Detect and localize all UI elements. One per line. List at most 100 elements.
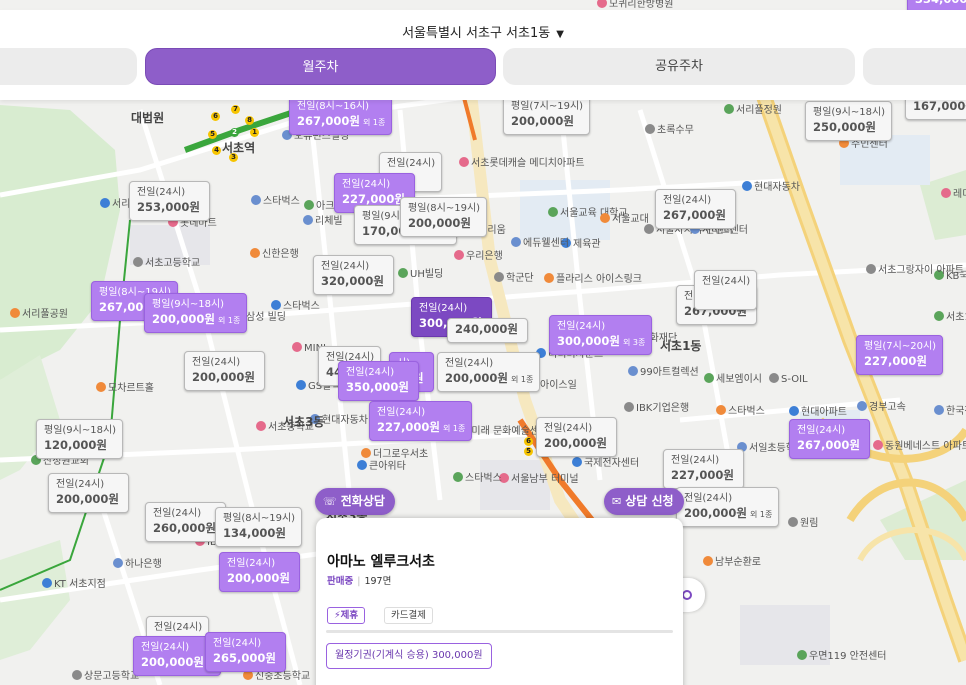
space-count: 197면 [364, 576, 392, 587]
station-line-badge: 7 [231, 105, 240, 114]
consult-request-button[interactable]: ✉ 상담 신청 [604, 488, 684, 515]
map-place-label: 동원베네스트 아파트 [873, 440, 966, 453]
marker-price: 267,000원 [297, 114, 360, 128]
tab-shared-parking[interactable]: 공유주차 [503, 48, 855, 85]
map-place-label: 99아트컬렉션 [628, 366, 699, 379]
place-pin-icon [454, 250, 464, 260]
place-name: 서리풀정원 [736, 105, 782, 116]
map-place-label: 한국전자 강남전 [934, 405, 966, 418]
parking-price-marker[interactable]: 평일(7시~20시) 227,000원 [856, 335, 944, 375]
map-place-label: 초록수무 [645, 124, 694, 137]
phone-consult-button[interactable]: ☏ 전화상담 [315, 488, 395, 515]
marker-time-label: 전일(24시) [445, 358, 494, 369]
parking-price-marker[interactable]: 전일(8시~16시) 267,000원 외 1종 [289, 95, 393, 135]
marker-price: 267,000원 [663, 208, 726, 222]
marker-price: 200,000원 [684, 506, 747, 520]
marker-price: 253,000원 [137, 200, 200, 214]
place-pin-icon [10, 308, 20, 318]
monthly-ticket-option[interactable]: 월정기권(기계식 승용) 300,000원 [326, 643, 492, 669]
place-name: 더그로우서초 [373, 449, 429, 460]
place-name: 99아트컬렉션 [640, 367, 699, 378]
marker-time-label: 전일(24시) [663, 195, 712, 206]
map-place-label: KT 서초지점 [42, 578, 106, 591]
parking-price-marker[interactable]: 평일(8시~19시) 134,000원 [215, 507, 303, 547]
parking-price-marker[interactable]: 전일(24시) 200,000원 [184, 351, 265, 391]
parking-price-marker[interactable]: 평일(8시~19시) 200,000원 [400, 197, 488, 237]
place-name: 모퀴리한방병원 [609, 0, 674, 10]
marker-extra-count: 외 3종 [622, 338, 646, 347]
map-place-label: 우면119 안전센터 [797, 650, 886, 663]
map-place-label: 현대자동차 [742, 181, 800, 194]
map-place-label: 상문고등학교 [72, 670, 139, 683]
parking-price-marker[interactable]: 전일(24시) 200,000원 [536, 417, 617, 457]
place-name: 리체빌 [315, 216, 343, 227]
parking-price-marker[interactable]: 전일(24시) 267,000원 [789, 419, 870, 459]
marker-time-label: 평일(9시~18시) [152, 299, 225, 310]
marker-price: 200,000원 [152, 312, 215, 326]
parking-price-marker[interactable]: 전일(24시) 227,000원 [663, 449, 744, 489]
place-pin-icon [572, 457, 582, 467]
chat-icon: ✉ [612, 495, 622, 508]
place-pin-icon [113, 558, 123, 568]
marker-time-label: 평일(7시~19시) [511, 101, 584, 112]
status-separator: | [357, 576, 361, 587]
marker-time-label: 전일(24시) [153, 508, 202, 519]
place-pin-icon [934, 311, 944, 321]
marker-time-label: 전일(24시) [419, 303, 468, 314]
place-pin-icon [645, 124, 655, 134]
marker-price: 267,000원 [797, 438, 860, 452]
parking-price-marker[interactable]: 전일(24시) 350,000원 [338, 361, 419, 401]
map-place-label: IBK기업은행 [624, 402, 689, 415]
map-place-label: 남부순환로 [703, 556, 761, 569]
region-label: 서울특별시 서초구 서초1동 [402, 26, 551, 41]
place-name: 스타벅스 [728, 406, 765, 417]
place-name: 서초롯데캐슬 메디치아파트 [471, 158, 585, 169]
place-name: IBK기업은행 [636, 403, 690, 414]
place-name: 서초그랑자이 아파트 [878, 265, 964, 276]
region-selector[interactable]: 서울특별시 서초구 서초1동 ▼ [0, 22, 966, 41]
parking-price-marker[interactable]: 전일(24시) 200,000원 [219, 552, 300, 592]
place-name: 동원베네스트 아파트 [885, 441, 966, 452]
parking-price-marker[interactable]: 240,000원 [447, 318, 528, 343]
marker-price: 200,000원 [445, 371, 508, 385]
place-name: 레미안 [953, 189, 966, 200]
place-pin-icon [941, 188, 951, 198]
map-place-label: 스타벅스 [251, 195, 300, 208]
place-name: 학군단 [506, 273, 534, 284]
place-name: 서초고등학교 [145, 258, 201, 269]
parking-price-marker[interactable]: 전일(24시) 267,000원 [655, 189, 736, 229]
parking-price-marker[interactable]: 평일(7시~19시) 200,000원 [503, 95, 591, 135]
parking-price-marker[interactable]: 평일(9시~18시) 120,000원 [36, 419, 124, 459]
marker-price: 240,000원 [455, 322, 518, 336]
parking-price-marker[interactable]: 전일(24시) 253,000원 [129, 181, 210, 221]
tab-left-partial[interactable] [0, 48, 137, 85]
place-name: 대법원 [131, 111, 165, 125]
parking-price-marker[interactable]: 평일(9시~18시) 200,000원 외 1종 [144, 293, 248, 333]
marker-price: 200,000원 [227, 571, 290, 585]
parking-price-marker[interactable]: 전일(24시) [694, 270, 758, 310]
parking-lot-card[interactable]: 아마노 엘루크서초 판매중 | 197면 ⚡제휴 카드결제 월정기권(기계식 승용)… [316, 518, 683, 685]
place-name: 서초3동 [283, 415, 325, 429]
partner-tag-label: 제휴 [340, 610, 359, 621]
parking-price-marker[interactable]: 전일(24시) 227,000원 외 1종 [369, 401, 473, 441]
tab-monthly-parking[interactable]: 월주차 [145, 48, 496, 85]
parking-price-marker[interactable]: 전일(24시) 320,000원 [313, 255, 394, 295]
parking-price-marker[interactable]: 평일(9시~18시) 250,000원 [805, 101, 893, 141]
map-place-label: 모차르트홀 [96, 382, 154, 395]
place-pin-icon [866, 264, 876, 274]
map-place-label: 서초119 안전센터 [934, 311, 966, 324]
place-pin-icon [716, 405, 726, 415]
map-place-label: 서초1동 [660, 340, 701, 352]
parking-price-marker[interactable]: 전일(24시) 200,000원 [48, 473, 129, 513]
map-place-label: 스타벅스 [453, 472, 502, 485]
tab-right-partial[interactable] [863, 48, 966, 85]
parking-price-marker[interactable]: 전일(24시) 200,000원 외 1종 [676, 487, 780, 527]
parking-price-marker[interactable]: 전일(24시) 265,000원 [205, 632, 286, 672]
parking-price-marker[interactable]: 전일(24시) 300,000원 외 3종 [549, 315, 653, 355]
place-pin-icon [42, 578, 52, 588]
station-line-badge: 6 [524, 437, 533, 446]
marker-time-label: 전일(24시) [797, 425, 846, 436]
parking-price-marker[interactable]: 전일(24시) 200,000원 외 1종 [437, 352, 541, 392]
parking-price-marker[interactable]: 전일(24시) 260,000원 [145, 502, 226, 542]
place-pin-icon [703, 556, 713, 566]
